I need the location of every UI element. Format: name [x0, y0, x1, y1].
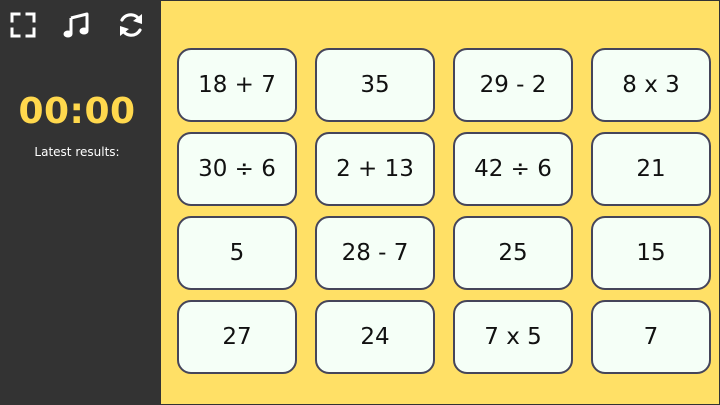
music-icon [63, 12, 89, 38]
card-r2c3[interactable]: 42 ÷ 6 [453, 132, 573, 206]
card-r4c4[interactable]: 7 [591, 300, 711, 374]
card-r3c1[interactable]: 5 [177, 216, 297, 290]
fullscreen-button[interactable] [7, 9, 39, 41]
card-r1c2[interactable]: 35 [315, 48, 435, 122]
card-r2c1[interactable]: 30 ÷ 6 [177, 132, 297, 206]
game-app: 00:00 Latest results: 18 + 7 35 29 - 2 8… [0, 0, 720, 405]
restart-icon [120, 13, 142, 37]
card-grid: 18 + 7 35 29 - 2 8 x 3 30 ÷ 6 2 + 13 42 … [177, 48, 713, 378]
card-r2c2[interactable]: 2 + 13 [315, 132, 435, 206]
card-r3c4[interactable]: 15 [591, 216, 711, 290]
fullscreen-icon [10, 12, 36, 38]
card-r4c1[interactable]: 27 [177, 300, 297, 374]
music-button[interactable] [61, 9, 93, 41]
card-r1c4[interactable]: 8 x 3 [591, 48, 711, 122]
toolbar [1, 1, 161, 49]
card-r3c2[interactable]: 28 - 7 [315, 216, 435, 290]
card-r2c4[interactable]: 21 [591, 132, 711, 206]
card-r4c2[interactable]: 24 [315, 300, 435, 374]
restart-button[interactable] [115, 9, 147, 41]
sidebar: 00:00 Latest results: [1, 1, 161, 405]
timer-display: 00:00 [18, 91, 136, 132]
card-r4c3[interactable]: 7 x 5 [453, 300, 573, 374]
card-r1c1[interactable]: 18 + 7 [177, 48, 297, 122]
latest-results-label: Latest results: [34, 145, 120, 159]
card-r1c3[interactable]: 29 - 2 [453, 48, 573, 122]
card-r3c3[interactable]: 25 [453, 216, 573, 290]
